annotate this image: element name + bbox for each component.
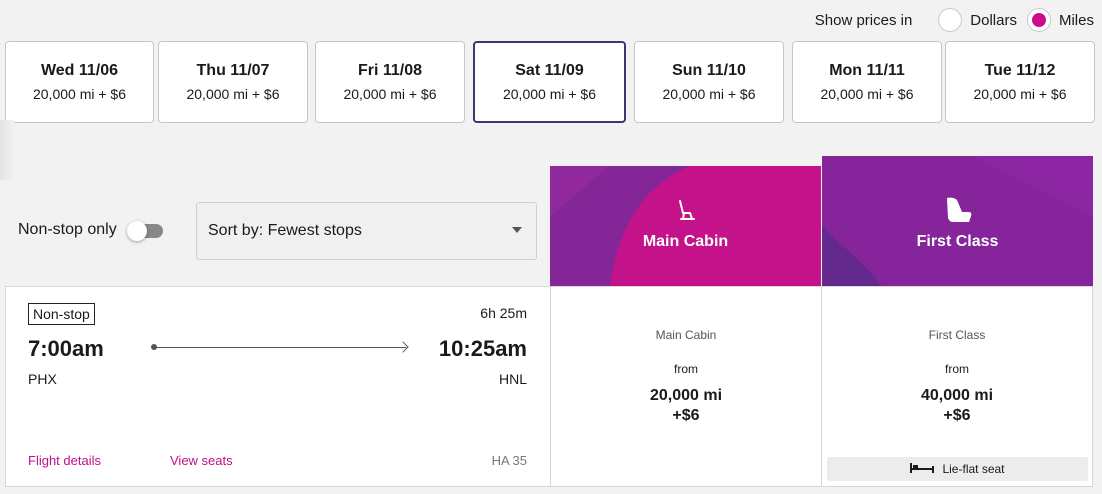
first-class-header: First Class (822, 156, 1093, 286)
fare-from-label: from (945, 362, 969, 376)
date-price: 20,000 mi + $6 (32, 86, 126, 102)
date-card-wed-1106[interactable]: Wed 11/06 20,000 mi + $6 (5, 41, 154, 123)
lie-flat-seat-feature: Lie-flat seat (827, 457, 1088, 481)
fare-from-label: from (674, 362, 698, 376)
scroll-shadow (0, 120, 14, 180)
miles-radio-label[interactable]: Miles (1059, 12, 1094, 29)
date-price: 20,000 mi + $6 (502, 86, 596, 102)
nonstop-label: Non-stop only (18, 221, 117, 238)
route-arrow (151, 341, 409, 353)
toggle-knob[interactable] (126, 221, 147, 241)
chevron-down-icon[interactable] (512, 227, 522, 233)
sort-label[interactable]: Sort by: Fewest stops (208, 222, 362, 240)
date-card-sat-1109[interactable]: Sat 11/09 20,000 mi + $6 (473, 41, 626, 123)
price-display-toggle: Show prices in Dollars Miles (815, 8, 1094, 32)
origin-airport: PHX (28, 371, 57, 387)
first-class-title: First Class (916, 233, 999, 250)
destination-airport: HNL (498, 371, 527, 387)
flight-details-link[interactable]: Flight details (28, 453, 101, 468)
lie-flat-seat-label: Lie-flat seat (942, 462, 1005, 476)
radio-selected-dot (1031, 13, 1046, 27)
view-seats-link[interactable]: View seats (170, 453, 233, 468)
date-card-mon-1111[interactable]: Mon 11/11 20,000 mi + $6 (792, 41, 942, 123)
first-class-fare[interactable]: First Class from 40,000 mi +$6 Lie-flat … (821, 286, 1093, 487)
dollars-radio-label[interactable]: Dollars (970, 12, 1017, 29)
fare-cabin-name: First Class (928, 328, 986, 342)
nonstop-badge: Non-stop (28, 303, 95, 325)
fare-fee: +$6 (943, 407, 971, 424)
dollars-radio-circle[interactable] (938, 8, 963, 32)
price-toggle-label: Show prices in (814, 11, 913, 29)
flight-result-card: Non-stop 6h 25m 7:00am 10:25am PHX HNL F… (5, 286, 550, 487)
fare-cabin-name: Main Cabin (655, 328, 717, 342)
premium-seat-icon (942, 196, 974, 229)
departure-time: 7:00am (28, 336, 104, 361)
economy-seat-icon (675, 199, 697, 228)
date-label: Wed 11/06 (40, 62, 119, 79)
date-selector: Wed 11/06 20,000 mi + $6 Thu 11/07 20,00… (5, 41, 1095, 123)
nonstop-filter: Non-stop only (18, 221, 165, 241)
fare-miles: 40,000 mi (920, 387, 994, 404)
date-price: 20,000 mi + $6 (662, 86, 756, 102)
nonstop-toggle[interactable] (126, 221, 165, 241)
main-cabin-title: Main Cabin (642, 233, 729, 250)
miles-radio[interactable]: Miles (1026, 8, 1094, 32)
bed-icon (910, 462, 935, 476)
date-label: Tue 11/12 (984, 62, 1056, 79)
date-card-sun-1110[interactable]: Sun 11/10 20,000 mi + $6 (634, 41, 784, 123)
miles-radio-circle[interactable] (1026, 8, 1051, 32)
fare-fee: +$6 (672, 407, 700, 424)
date-card-tue-1112[interactable]: Tue 11/12 20,000 mi + $6 (945, 41, 1095, 123)
date-label: Thu 11/07 (196, 62, 270, 79)
date-label: Sun 11/10 (672, 62, 746, 79)
date-label: Sat 11/09 (515, 62, 584, 79)
sort-dropdown[interactable]: Sort by: Fewest stops (196, 202, 537, 260)
dollars-radio[interactable]: Dollars (938, 8, 1017, 32)
flight-duration: 6h 25m (480, 305, 527, 321)
date-price: 20,000 mi + $6 (343, 86, 437, 102)
main-cabin-fare[interactable]: Main Cabin from 20,000 mi +$6 (550, 286, 822, 487)
date-label: Mon 11/11 (829, 62, 905, 79)
date-price: 20,000 mi + $6 (820, 86, 914, 102)
arrival-time: 10:25am (438, 336, 527, 361)
route-start-dot (151, 344, 157, 350)
flight-number: HA 35 (491, 453, 527, 468)
date-card-thu-1107[interactable]: Thu 11/07 20,000 mi + $6 (158, 41, 308, 123)
fare-miles: 20,000 mi (649, 387, 723, 404)
date-price: 20,000 mi + $6 (973, 86, 1067, 102)
date-price: 20,000 mi + $6 (186, 86, 280, 102)
date-label: Fri 11/08 (357, 62, 423, 79)
date-card-fri-1108[interactable]: Fri 11/08 20,000 mi + $6 (315, 41, 465, 123)
main-cabin-header: Main Cabin (550, 166, 821, 286)
arrow-right-icon (397, 341, 409, 353)
